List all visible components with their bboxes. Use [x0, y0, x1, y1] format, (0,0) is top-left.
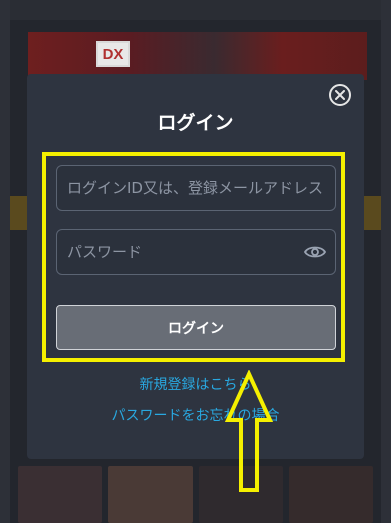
login-button[interactable]: ログイン: [56, 305, 336, 350]
login-id-field: [56, 165, 336, 211]
thumbnail-row: [18, 466, 373, 523]
thumbnail: [108, 466, 193, 523]
thumbnail: [198, 466, 283, 523]
login-modal: ログイン ログイン 新規登録はこちら パスワードをお忘れの場合: [27, 74, 364, 459]
password-input[interactable]: [57, 230, 295, 274]
close-icon: [335, 90, 345, 100]
page-edge-left: [0, 0, 10, 523]
password-field: [56, 229, 336, 275]
close-button[interactable]: [329, 84, 351, 106]
page-edge-right: [381, 0, 391, 523]
banner-badge: DX: [96, 41, 130, 67]
forgot-password-link[interactable]: パスワードをお忘れの場合: [27, 405, 364, 425]
page-header-bar: [10, 0, 381, 20]
register-link[interactable]: 新規登録はこちら: [27, 374, 364, 394]
promo-banner: DX: [28, 32, 367, 80]
thumbnail: [288, 466, 373, 523]
password-visibility-toggle[interactable]: [295, 230, 335, 274]
thumbnail: [18, 466, 103, 523]
eye-icon: [304, 246, 326, 258]
modal-title: ログイン: [157, 112, 234, 134]
login-id-input[interactable]: [57, 166, 335, 210]
